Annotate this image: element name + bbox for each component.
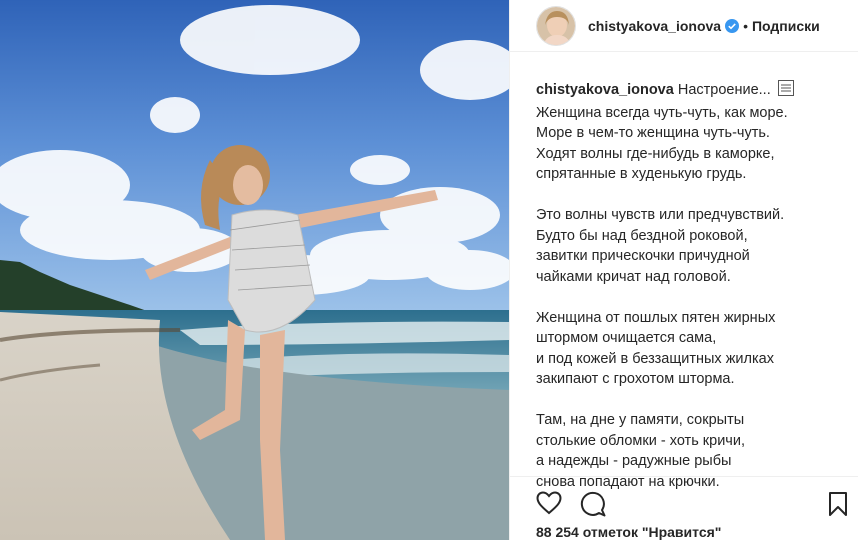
- caption-line: закипают с грохотом шторма.: [536, 371, 735, 387]
- verified-badge-icon: [725, 18, 740, 33]
- caption-line: а надежды - радужные рыбы: [536, 453, 732, 469]
- heart-icon[interactable]: [536, 491, 562, 520]
- caption-line: завитки прическочки причудной: [536, 248, 750, 264]
- post-photo[interactable]: [0, 0, 509, 540]
- caption-line: столькие обломки - хоть кричи,: [536, 432, 745, 449]
- caption-line: и под кожей в беззащитных жилках: [536, 350, 774, 367]
- post-caption: chistyakova_ionova Настроение... Женщина…: [536, 80, 852, 492]
- beach-photo-illustration: [0, 0, 509, 540]
- caption-title: Настроение...: [677, 82, 771, 98]
- post-header: chistyakova_ionova • Подписки: [510, 0, 858, 52]
- caption-line: Там, на дне у памяти, сокрыты: [536, 412, 745, 428]
- caption-line: чайками кричат над головой.: [536, 268, 731, 285]
- caption-line: спрятанные в худенькую грудь.: [536, 166, 747, 182]
- caption-username[interactable]: chistyakova_ionova: [536, 82, 674, 98]
- bookmark-icon[interactable]: [828, 491, 848, 522]
- caption-line: штормом очищается сама,: [536, 330, 717, 346]
- caption-first-line: chistyakova_ionova Настроение...: [536, 80, 852, 103]
- avatar[interactable]: [536, 5, 576, 46]
- action-bar: [510, 476, 858, 517]
- likes-count[interactable]: 88 254 отметок "Нравится": [536, 524, 721, 540]
- post-side-panel: chistyakova_ionova • Подписки chistyakov…: [509, 0, 858, 540]
- comment-icon[interactable]: [580, 491, 606, 522]
- caption-line: Ходят волны где-нибудь в каморке,: [536, 145, 775, 162]
- more-icon: [777, 80, 794, 103]
- stanza-2: Это волны чувств или предчувствий. Будто…: [536, 205, 852, 287]
- caption-line: Будто бы над бездной роковой,: [536, 227, 748, 244]
- caption-line: Это волны чувств или предчувствий.: [536, 207, 785, 223]
- caption-line: Женщина от пошлых пятен жирных: [536, 309, 776, 326]
- stanza-3: Женщина от пошлых пятен жирных штормом о…: [536, 308, 852, 390]
- caption-line: Женщина всегда чуть-чуть, как море.: [536, 104, 788, 121]
- avatar-image: [537, 6, 575, 45]
- header-username[interactable]: chistyakova_ionova: [588, 18, 721, 34]
- stanza-1: Женщина всегда чуть-чуть, как море. Море…: [536, 103, 852, 185]
- caption-line: Море в чем-то женщина чуть-чуть.: [536, 125, 770, 141]
- following-button[interactable]: Подписки: [752, 18, 820, 34]
- separator-dot: •: [743, 17, 748, 34]
